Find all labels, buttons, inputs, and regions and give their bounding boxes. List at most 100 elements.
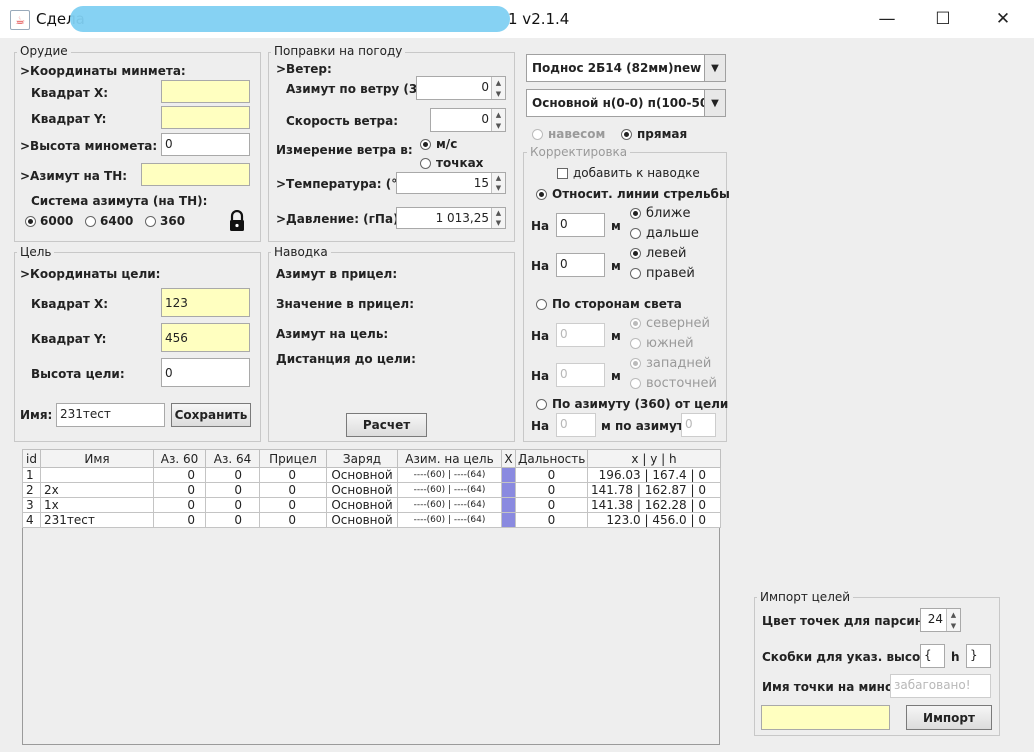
close-button[interactable]: ✕ bbox=[978, 4, 1028, 34]
col-header-az60[interactable]: Аз. 60 bbox=[153, 449, 206, 468]
radio-right-dot[interactable] bbox=[630, 268, 641, 279]
col-header-distance[interactable]: Дальность bbox=[515, 449, 588, 468]
add-to-aim-checkbox[interactable]: добавить к наводке bbox=[557, 166, 700, 180]
target-height-input[interactable]: 0 bbox=[161, 358, 250, 387]
bracket-close-input[interactable]: } bbox=[966, 644, 991, 668]
radio-cardinal[interactable]: По сторонам света bbox=[536, 297, 682, 311]
spin-down-icon[interactable]: ▼ bbox=[491, 88, 505, 99]
gun-square-y-input[interactable] bbox=[161, 106, 250, 129]
delete-row-icon[interactable] bbox=[501, 482, 516, 498]
point-name-input[interactable]: забаговано! bbox=[890, 674, 991, 698]
mortar-select-value: Поднос 2Б14 (82мм)new bbox=[532, 61, 702, 75]
target-square-y-input[interactable]: 456 bbox=[161, 323, 250, 352]
import-button[interactable]: Импорт bbox=[906, 705, 992, 730]
spin-down-icon[interactable]: ▼ bbox=[491, 183, 505, 193]
radio-ms-dot[interactable] bbox=[420, 138, 431, 150]
delete-row-icon[interactable] bbox=[501, 512, 516, 528]
radio-north-dot[interactable] bbox=[630, 318, 641, 329]
delete-row-icon[interactable] bbox=[501, 467, 516, 483]
gun-height-input[interactable]: 0 bbox=[161, 133, 250, 156]
table-row[interactable]: 1 0 0 0 Основной ----(60) | ----(64) 0 1… bbox=[22, 467, 721, 483]
col-header-az64[interactable]: Аз. 64 bbox=[205, 449, 260, 468]
spin-down-icon[interactable]: ▼ bbox=[946, 620, 960, 631]
radio-6000[interactable]: 6000 bbox=[25, 214, 73, 228]
radio-azimuth-from-target[interactable]: По азимуту (360) от цели bbox=[536, 397, 728, 411]
wind-azimuth-spinner[interactable]: 0 ▲ ▼ bbox=[416, 76, 506, 100]
minimize-button[interactable]: — bbox=[862, 4, 912, 34]
cardinal-we-input[interactable]: 0 bbox=[556, 363, 605, 387]
charge-select[interactable]: Основной н(0-0) п(100-500) ▼ bbox=[526, 89, 726, 117]
radio-closer[interactable]: ближе bbox=[630, 206, 690, 221]
col-header-charge[interactable]: Заряд bbox=[326, 449, 398, 468]
col-header-sight[interactable]: Прицел bbox=[259, 449, 327, 468]
radio-further[interactable]: дальше bbox=[630, 226, 699, 241]
radio-direct-trajectory[interactable]: прямая bbox=[621, 127, 687, 141]
col-header-x[interactable]: X bbox=[501, 449, 516, 468]
radio-east-dot[interactable] bbox=[630, 378, 641, 389]
bracket-open-input[interactable]: { bbox=[920, 644, 945, 668]
target-name-input[interactable]: 231тест bbox=[56, 403, 165, 427]
azimuth-value-input[interactable]: 0 bbox=[681, 413, 716, 437]
radio-west[interactable]: западней bbox=[630, 356, 711, 371]
radio-6400[interactable]: 6400 bbox=[85, 214, 133, 228]
radio-relative[interactable]: Относит. линии стрельбы bbox=[536, 187, 730, 201]
table-row[interactable]: 4 231тест 0 0 0 Основной ----(60) | ----… bbox=[22, 512, 721, 528]
col-header-azimuth[interactable]: Азим. на цель bbox=[397, 449, 502, 468]
add-to-aim-label: добавить к наводке bbox=[573, 166, 700, 180]
targets-table[interactable]: id Имя Аз. 60 Аз. 64 Прицел Заряд Азим. … bbox=[22, 449, 721, 528]
radio-left[interactable]: левей bbox=[630, 246, 686, 261]
spin-down-icon[interactable]: ▼ bbox=[491, 218, 505, 228]
cardinal-ns-input[interactable]: 0 bbox=[556, 323, 605, 347]
radio-left-dot[interactable] bbox=[630, 248, 641, 259]
correction-dist-input[interactable]: 0 bbox=[556, 213, 605, 237]
lock-icon[interactable] bbox=[228, 209, 246, 232]
col-header-name[interactable]: Имя bbox=[40, 449, 154, 468]
radio-direct-dot[interactable] bbox=[621, 128, 632, 140]
azimuth-dist-input[interactable]: 0 bbox=[556, 413, 596, 437]
spin-down-icon[interactable]: ▼ bbox=[491, 120, 505, 131]
radio-closer-dot[interactable] bbox=[630, 208, 641, 219]
radio-east[interactable]: восточней bbox=[630, 376, 717, 391]
gun-square-x-input[interactable] bbox=[161, 80, 250, 103]
radio-points-dot[interactable] bbox=[420, 157, 431, 169]
radio-points[interactable]: точках bbox=[420, 156, 483, 170]
radio-360-dot[interactable] bbox=[145, 215, 156, 227]
col-header-id[interactable]: id bbox=[22, 449, 41, 468]
radio-south-dot[interactable] bbox=[630, 338, 641, 349]
pressure-spinner[interactable]: 1 013,25 ▲ ▼ bbox=[396, 207, 506, 229]
radio-azimuth-dot[interactable] bbox=[536, 398, 547, 410]
table-row[interactable]: 3 1x 0 0 0 Основной ----(60) | ----(64) … bbox=[22, 497, 721, 513]
radio-north[interactable]: северней bbox=[630, 316, 710, 331]
temperature-spinner[interactable]: 15 ▲ ▼ bbox=[396, 172, 506, 194]
radio-west-dot[interactable] bbox=[630, 358, 641, 369]
target-square-x-input[interactable]: 123 bbox=[161, 288, 250, 317]
maximize-button[interactable]: ☐ bbox=[918, 4, 968, 34]
radio-relative-dot[interactable] bbox=[536, 188, 547, 200]
save-button[interactable]: Сохранить bbox=[171, 403, 251, 427]
parse-color-spinner[interactable]: 24 ▲ ▼ bbox=[920, 608, 961, 632]
radio-south[interactable]: южней bbox=[630, 336, 694, 351]
wind-speed-spinner[interactable]: 0 ▲ ▼ bbox=[430, 108, 506, 132]
table-row[interactable]: 2 2x 0 0 0 Основной ----(60) | ----(64) … bbox=[22, 482, 721, 498]
mortar-select[interactable]: Поднос 2Б14 (82мм)new ▼ bbox=[526, 54, 726, 82]
radio-6000-dot[interactable] bbox=[25, 215, 36, 227]
col-header-xyh[interactable]: x | y | h bbox=[587, 449, 721, 468]
delete-row-icon[interactable] bbox=[501, 497, 516, 513]
gun-azimuth-input[interactable] bbox=[141, 163, 250, 186]
radio-6400-dot[interactable] bbox=[85, 215, 96, 227]
radio-360[interactable]: 360 bbox=[145, 214, 185, 228]
add-to-aim-box[interactable] bbox=[557, 167, 568, 179]
chevron-down-icon[interactable]: ▼ bbox=[704, 55, 725, 81]
radio-high-dot[interactable] bbox=[532, 128, 543, 140]
radio-right[interactable]: правей bbox=[630, 266, 695, 281]
radio-ms[interactable]: м/с bbox=[420, 137, 457, 151]
cell-name bbox=[40, 467, 154, 483]
calculate-button[interactable]: Расчет bbox=[346, 413, 427, 437]
gun-height-label: >Высота миномета: bbox=[20, 139, 158, 153]
correction-side-input[interactable]: 0 bbox=[556, 253, 605, 277]
import-color-swatch[interactable] bbox=[761, 705, 890, 730]
radio-further-dot[interactable] bbox=[630, 228, 641, 239]
radio-high-trajectory[interactable]: навесом bbox=[532, 127, 605, 141]
chevron-down-icon[interactable]: ▼ bbox=[704, 90, 725, 116]
radio-cardinal-dot[interactable] bbox=[536, 298, 547, 310]
